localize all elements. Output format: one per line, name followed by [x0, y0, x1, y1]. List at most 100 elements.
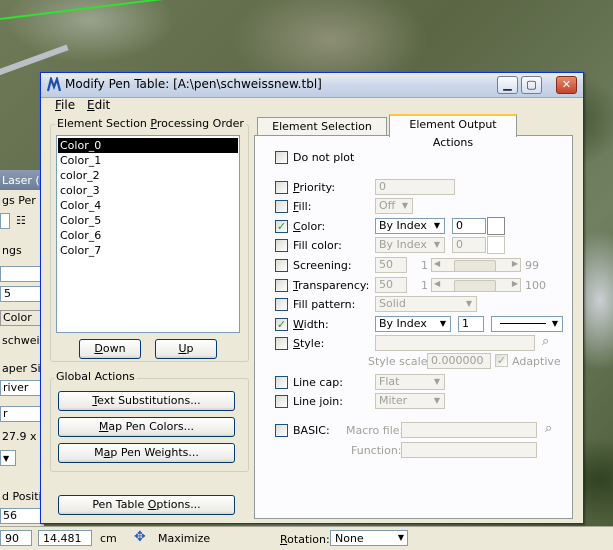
search-icon[interactable]: ⌕	[542, 334, 549, 349]
list-item[interactable]: Color_5	[58, 213, 238, 228]
background-field[interactable]: r	[0, 406, 42, 422]
modify-pen-table-dialog: Modify Pen Table: [A:\pen\schweissnew.tb…	[40, 72, 584, 524]
do-not-plot-label: Do not plot	[293, 151, 355, 164]
text-substitutions-button[interactable]: Text Substitutions...	[58, 391, 235, 411]
screening-field[interactable]: 50	[375, 257, 407, 273]
background-label: ngs	[2, 244, 22, 257]
background-dropdown[interactable]: ▼	[0, 450, 16, 466]
transparency-min: 1	[421, 279, 428, 292]
width-line-select[interactable]: ▼	[491, 316, 563, 332]
fill-color-swatch[interactable]	[487, 236, 505, 254]
background-menu[interactable]: gs Per	[2, 194, 36, 207]
width-index-field[interactable]: 1	[458, 316, 484, 332]
search-icon[interactable]: ⌕	[545, 421, 552, 436]
background-button[interactable]: Color	[0, 310, 42, 326]
screening-slider[interactable]: ◀ ▶	[431, 258, 521, 272]
priority-field[interactable]: 0	[375, 179, 455, 195]
list-item[interactable]: Color_6	[58, 228, 238, 243]
screening-checkbox[interactable]	[275, 259, 288, 272]
fill-select[interactable]: Off ▼	[375, 198, 413, 214]
priority-label: Priority:	[293, 181, 336, 194]
dialog-titlebar[interactable]: Modify Pen Table: [A:\pen\schweissnew.tb…	[41, 73, 583, 98]
line-sample	[500, 323, 546, 324]
tab-element-selection-criteria[interactable]: Element Selection Criteria	[257, 117, 387, 151]
screening-label: Screening:	[293, 259, 352, 272]
adaptive-checkbox[interactable]: ✓	[495, 354, 508, 367]
basic-checkbox[interactable]	[275, 424, 288, 437]
list-item[interactable]: Color_4	[58, 198, 238, 213]
map-pen-weights-button[interactable]: Map Pen Weights...	[58, 443, 235, 463]
fill-color-index-field[interactable]: 0	[452, 237, 486, 253]
transparency-max: 100	[525, 279, 546, 292]
width-checkbox[interactable]: ✓	[275, 318, 288, 331]
function-field[interactable]	[401, 442, 537, 458]
style-field[interactable]	[375, 335, 535, 351]
transparency-checkbox[interactable]	[275, 279, 288, 292]
style-checkbox[interactable]	[275, 337, 288, 350]
line-join-select[interactable]: Miter ▼	[375, 393, 445, 409]
function-label: Function:	[351, 444, 402, 457]
macro-file-label: Macro file:	[346, 424, 404, 437]
unit-label: cm	[100, 532, 117, 545]
transparency-slider[interactable]: ◀ ▶	[431, 278, 521, 292]
list-item[interactable]: color_2	[58, 168, 238, 183]
fill-pattern-checkbox[interactable]	[275, 298, 288, 311]
dialog-title: Modify Pen Table: [A:\pen\schweissnew.tb…	[65, 77, 322, 91]
color-checkbox[interactable]: ✓	[275, 220, 288, 233]
style-scale-label: Style scale:	[368, 355, 432, 368]
list-item[interactable]: Color_1	[58, 153, 238, 168]
map-pen-colors-button[interactable]: Map Pen Colors...	[58, 417, 235, 437]
list-item[interactable]: Color_7	[58, 243, 238, 258]
maximize-label[interactable]: Maximize	[158, 532, 210, 545]
background-field[interactable]: river	[0, 380, 42, 396]
fill-pattern-label: Fill pattern:	[293, 298, 356, 311]
color-label: Color:	[293, 220, 326, 233]
priority-checkbox[interactable]	[275, 181, 288, 194]
down-button[interactable]: Down	[79, 339, 141, 359]
fill-checkbox[interactable]	[275, 200, 288, 213]
y-field[interactable]: 14.481	[38, 530, 92, 546]
style-label: Style:	[293, 337, 325, 350]
transparency-field[interactable]: 50	[375, 277, 407, 293]
fill-pattern-select[interactable]: Solid ▼	[375, 296, 477, 312]
line-join-checkbox[interactable]	[275, 395, 288, 408]
close-button[interactable]: ✕	[556, 76, 577, 94]
screening-min: 1	[421, 259, 428, 272]
list-icon[interactable]: ☷	[16, 214, 26, 227]
processing-order-list[interactable]: Color_0 Color_1 color_2 color_3 Color_4 …	[56, 135, 240, 333]
background-field[interactable]	[0, 266, 42, 282]
background-field[interactable]: 56	[0, 508, 42, 524]
do-not-plot-checkbox[interactable]	[275, 151, 288, 164]
menu-edit[interactable]: Edit	[87, 98, 110, 112]
width-mode-select[interactable]: By Index ▼	[375, 316, 451, 332]
line-cap-checkbox[interactable]	[275, 376, 288, 389]
processing-order-label: Element Section Processing Order	[55, 117, 246, 130]
tab-element-output-actions[interactable]: Element Output Actions	[389, 114, 517, 149]
rotation-label: Rotation:	[280, 533, 330, 546]
background-print-dialog: Laser ( gs Per ☷ ngs 5 Color schweiss ap…	[0, 170, 53, 540]
menu-file[interactable]: File	[55, 98, 75, 112]
color-mode-select[interactable]: By Index ▼	[375, 218, 445, 234]
background-tool-button[interactable]	[0, 213, 10, 229]
basic-label: BASIC:	[293, 424, 330, 437]
rotation-select[interactable]: None ▼	[330, 530, 408, 546]
up-button[interactable]: Up	[155, 339, 217, 359]
minimize-button[interactable]: ▁	[497, 76, 518, 94]
color-swatch[interactable]	[487, 217, 505, 235]
maximize-button[interactable]: ▢	[521, 76, 542, 94]
background-field[interactable]: 5	[0, 286, 42, 302]
background-titlebar: Laser (	[0, 170, 44, 190]
pen-table-options-button[interactable]: Pen Table Options...	[58, 495, 235, 515]
fill-color-checkbox[interactable]	[275, 239, 288, 252]
move-icon[interactable]: ✥	[134, 529, 146, 545]
macro-file-field[interactable]	[401, 422, 537, 438]
adaptive-label: Adaptive	[512, 355, 561, 368]
line-join-label: Line join:	[293, 395, 343, 408]
list-item[interactable]: Color_0	[58, 138, 238, 153]
list-item[interactable]: color_3	[58, 183, 238, 198]
line-cap-select[interactable]: Flat ▼	[375, 374, 445, 390]
x-field[interactable]: 90	[0, 530, 32, 546]
fill-color-mode-select[interactable]: By Index ▼	[375, 237, 445, 253]
color-index-field[interactable]: 0	[452, 218, 486, 234]
style-scale-field[interactable]: 0.000000	[427, 353, 491, 369]
